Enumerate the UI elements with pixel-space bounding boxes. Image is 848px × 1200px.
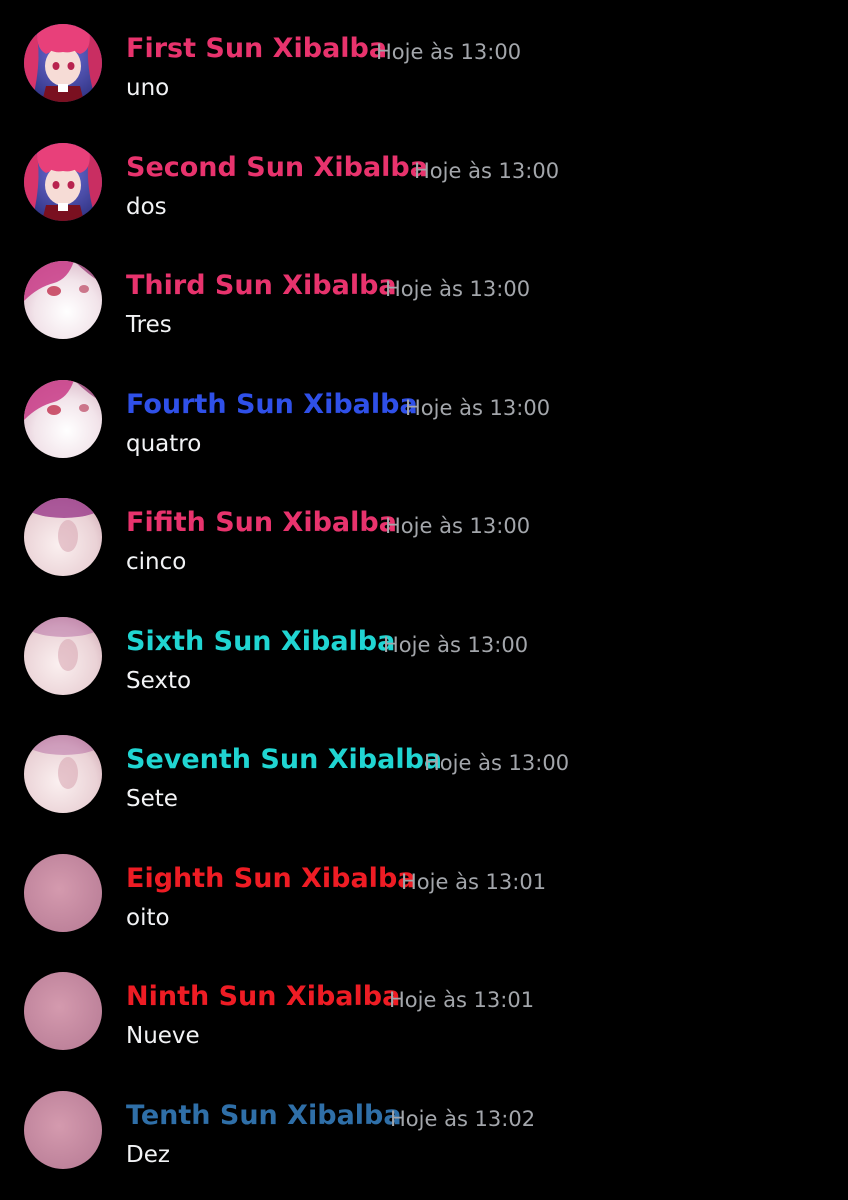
message-item[interactable]: First Sun Xibalba Hoje às 13:00 uno bbox=[0, 0, 848, 118]
username[interactable]: Third Sun Xibalba bbox=[126, 267, 397, 305]
message-content: Sete bbox=[126, 786, 178, 812]
timestamp: Hoje às 13:01 bbox=[389, 988, 535, 1012]
username[interactable]: Eighth Sun Xibalba bbox=[126, 860, 416, 898]
username[interactable]: Second Sun Xibalba bbox=[126, 149, 428, 187]
timestamp: Hoje às 13:00 bbox=[385, 514, 531, 538]
timestamp: Hoje às 13:00 bbox=[405, 396, 551, 420]
message-content: cinco bbox=[126, 549, 187, 575]
avatar[interactable] bbox=[24, 498, 102, 576]
username[interactable]: Ninth Sun Xibalba bbox=[126, 978, 400, 1016]
avatar[interactable] bbox=[24, 735, 102, 813]
message-content: uno bbox=[126, 75, 170, 101]
avatar[interactable] bbox=[24, 854, 102, 932]
timestamp: Hoje às 13:00 bbox=[424, 751, 570, 775]
avatar[interactable] bbox=[24, 143, 102, 221]
message-list: First Sun Xibalba Hoje às 13:00 uno Second… bbox=[0, 0, 848, 1200]
avatar[interactable] bbox=[24, 380, 102, 458]
timestamp: Hoje às 13:00 bbox=[383, 633, 529, 657]
message-item[interactable]: Tenth Sun Xibalba Hoje às 13:02 Dez bbox=[0, 1067, 848, 1185]
username[interactable]: Seventh Sun Xibalba bbox=[126, 741, 442, 779]
username[interactable]: Tenth Sun Xibalba bbox=[126, 1097, 402, 1135]
message-content: Nueve bbox=[126, 1023, 200, 1049]
message-item[interactable]: Ninth Sun Xibalba Hoje às 13:01 Nueve bbox=[0, 948, 848, 1066]
timestamp: Hoje às 13:00 bbox=[414, 159, 560, 183]
message-item[interactable]: Eighth Sun Xibalba Hoje às 13:01 oito bbox=[0, 830, 848, 948]
message-content: oito bbox=[126, 905, 170, 931]
timestamp: Hoje às 13:01 bbox=[401, 870, 547, 894]
avatar[interactable] bbox=[24, 261, 102, 339]
username[interactable]: Fifith Sun Xibalba bbox=[126, 504, 397, 542]
message-content: Sexto bbox=[126, 668, 192, 694]
message-content: dos bbox=[126, 194, 167, 220]
avatar[interactable] bbox=[24, 1091, 102, 1169]
username[interactable]: Fourth Sun Xibalba bbox=[126, 386, 418, 424]
message-content: quatro bbox=[126, 431, 202, 457]
message-item[interactable]: Third Sun Xibalba Hoje às 13:00 Tres bbox=[0, 237, 848, 355]
timestamp: Hoje às 13:02 bbox=[390, 1107, 536, 1131]
username[interactable]: First Sun Xibalba bbox=[126, 30, 387, 68]
timestamp: Hoje às 13:00 bbox=[376, 40, 522, 64]
message-item[interactable]: Second Sun Xibalba Hoje às 13:00 dos bbox=[0, 119, 848, 237]
avatar[interactable] bbox=[24, 972, 102, 1050]
timestamp: Hoje às 13:00 bbox=[385, 277, 531, 301]
username[interactable]: Sixth Sun Xibalba bbox=[126, 623, 395, 661]
message-item[interactable]: Fifith Sun Xibalba Hoje às 13:00 cinco bbox=[0, 474, 848, 592]
message-content: Tres bbox=[126, 312, 172, 338]
message-item[interactable]: Fourth Sun Xibalba Hoje às 13:00 quatro bbox=[0, 356, 848, 474]
message-item[interactable]: Sixth Sun Xibalba Hoje às 13:00 Sexto bbox=[0, 593, 848, 711]
message-item[interactable]: Seventh Sun Xibalba Hoje às 13:00 Sete bbox=[0, 711, 848, 829]
avatar[interactable] bbox=[24, 24, 102, 102]
message-content: Dez bbox=[126, 1142, 170, 1168]
avatar[interactable] bbox=[24, 617, 102, 695]
